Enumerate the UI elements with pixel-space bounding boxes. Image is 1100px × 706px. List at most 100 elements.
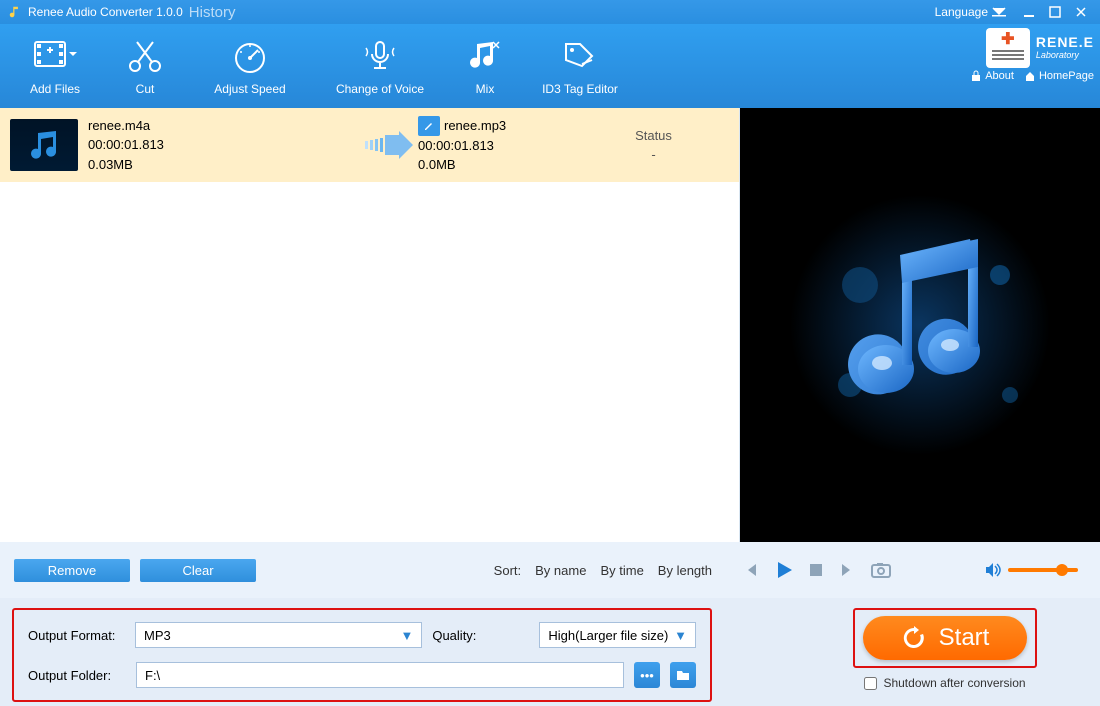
output-settings-box: Output Format: MP3 ▼ Quality: High(Large… <box>12 608 712 702</box>
home-icon <box>1024 70 1036 82</box>
brand-logo-icon <box>986 28 1030 68</box>
start-highlight: Start <box>853 608 1038 668</box>
dest-info: renee.mp3 00:00:01.813 0.0MB <box>418 116 578 175</box>
maximize-button[interactable] <box>1044 4 1066 20</box>
volume-control[interactable] <box>984 562 1078 578</box>
main-toolbar: Add Files Cut Adjust Speed Change of Voi… <box>0 24 1100 108</box>
quality-value: High(Larger file size) <box>548 628 668 643</box>
minimize-button[interactable] <box>1018 4 1040 20</box>
file-list-pane: renee.m4a 00:00:01.813 0.03MB renee.mp3 … <box>0 108 740 542</box>
status-value: - <box>578 147 729 162</box>
output-folder-value: F:\ <box>145 668 160 683</box>
dest-duration: 00:00:01.813 <box>418 136 578 156</box>
controls-bar: Remove Clear Sort: By name By time By le… <box>0 542 1100 598</box>
chevron-down-icon: ▼ <box>674 628 687 643</box>
gauge-icon <box>230 36 270 76</box>
browse-button[interactable]: ••• <box>634 662 660 688</box>
folder-icon <box>676 669 690 681</box>
source-duration: 00:00:01.813 <box>88 135 358 155</box>
stop-button[interactable] <box>808 562 824 578</box>
id3-editor-button[interactable]: ID3 Tag Editor <box>520 32 640 100</box>
file-row[interactable]: renee.m4a 00:00:01.813 0.03MB renee.mp3 … <box>0 108 739 182</box>
close-button[interactable] <box>1070 4 1092 20</box>
film-add-icon <box>33 36 77 76</box>
quality-label: Quality: <box>432 628 529 643</box>
sort-by-time[interactable]: By time <box>600 563 643 578</box>
about-link[interactable]: About <box>970 70 1014 82</box>
language-label: Language <box>935 5 988 19</box>
adjust-speed-label: Adjust Speed <box>214 82 285 96</box>
shutdown-label: Shutdown after conversion <box>883 676 1025 690</box>
next-button[interactable] <box>838 561 856 579</box>
music-note-artwork <box>790 195 1050 455</box>
scissors-icon <box>125 36 165 76</box>
output-format-select[interactable]: MP3 ▼ <box>135 622 422 648</box>
cut-label: Cut <box>136 82 155 96</box>
mix-label: Mix <box>476 82 495 96</box>
output-format-value: MP3 <box>144 628 171 643</box>
snapshot-button[interactable] <box>870 561 892 579</box>
output-folder-input[interactable]: F:\ <box>136 662 624 688</box>
title-bar: Renee Audio Converter 1.0.0 History Lang… <box>0 0 1100 24</box>
language-menu[interactable]: Language <box>935 5 1006 19</box>
brand-name: RENE.E <box>1036 35 1094 50</box>
preview-pane <box>740 108 1100 542</box>
chevron-down-icon: ▼ <box>400 628 413 643</box>
sort-by-length[interactable]: By length <box>658 563 712 578</box>
history-link[interactable]: History <box>189 4 236 21</box>
status-header: Status <box>578 128 729 143</box>
start-area: Start Shutdown after conversion <box>802 608 1088 690</box>
sort-box: Sort: By name By time By length <box>494 563 732 578</box>
volume-slider[interactable] <box>1008 568 1078 572</box>
brand-box: RENE.E Laboratory About HomePage <box>970 28 1094 82</box>
empty-list-area <box>0 182 739 542</box>
microphone-icon <box>360 36 400 76</box>
lock-icon <box>970 70 982 82</box>
dest-size: 0.0MB <box>418 155 578 175</box>
app-icon <box>8 5 22 19</box>
source-info: renee.m4a 00:00:01.813 0.03MB <box>88 116 358 175</box>
change-voice-button[interactable]: Change of Voice <box>310 32 450 100</box>
list-controls: Remove Clear Sort: By name By time By le… <box>12 559 732 582</box>
homepage-label: HomePage <box>1039 70 1094 82</box>
open-folder-button[interactable] <box>670 662 696 688</box>
cut-button[interactable]: Cut <box>100 32 190 100</box>
convert-arrow-icon <box>358 131 418 159</box>
id3-label: ID3 Tag Editor <box>542 82 618 96</box>
brand-sub: Laboratory <box>1036 51 1094 61</box>
mix-button[interactable]: Mix <box>450 32 520 100</box>
homepage-link[interactable]: HomePage <box>1024 70 1094 82</box>
add-files-label: Add Files <box>30 82 80 96</box>
output-format-label: Output Format: <box>28 628 125 643</box>
source-size: 0.03MB <box>88 155 358 175</box>
play-button[interactable] <box>774 560 794 580</box>
sort-label: Sort: <box>494 563 521 578</box>
refresh-icon <box>901 625 927 651</box>
shutdown-checkbox-input[interactable] <box>864 677 877 690</box>
chevron-down-icon <box>992 7 1006 17</box>
app-title: Renee Audio Converter 1.0.0 <box>28 5 183 19</box>
mix-icon <box>467 36 503 76</box>
dest-filename: renee.mp3 <box>444 116 506 136</box>
remove-button[interactable]: Remove <box>14 559 130 582</box>
start-label: Start <box>939 624 990 652</box>
status-column: Status - <box>578 128 729 162</box>
change-voice-label: Change of Voice <box>336 82 424 96</box>
speaker-icon <box>984 562 1002 578</box>
edit-icon[interactable] <box>418 116 440 136</box>
about-label: About <box>985 70 1014 82</box>
clear-button[interactable]: Clear <box>140 559 256 582</box>
adjust-speed-button[interactable]: Adjust Speed <box>190 32 310 100</box>
sort-by-name[interactable]: By name <box>535 563 586 578</box>
add-files-button[interactable]: Add Files <box>10 32 100 100</box>
output-folder-label: Output Folder: <box>28 668 126 683</box>
player-controls <box>732 560 1088 580</box>
quality-select[interactable]: High(Larger file size) ▼ <box>539 622 696 648</box>
main-area: renee.m4a 00:00:01.813 0.03MB renee.mp3 … <box>0 108 1100 542</box>
bottom-panel: Output Format: MP3 ▼ Quality: High(Large… <box>0 598 1100 706</box>
start-button[interactable]: Start <box>863 616 1028 660</box>
tag-icon <box>560 36 600 76</box>
prev-button[interactable] <box>742 561 760 579</box>
shutdown-checkbox[interactable]: Shutdown after conversion <box>864 676 1025 690</box>
source-thumbnail <box>10 119 78 171</box>
